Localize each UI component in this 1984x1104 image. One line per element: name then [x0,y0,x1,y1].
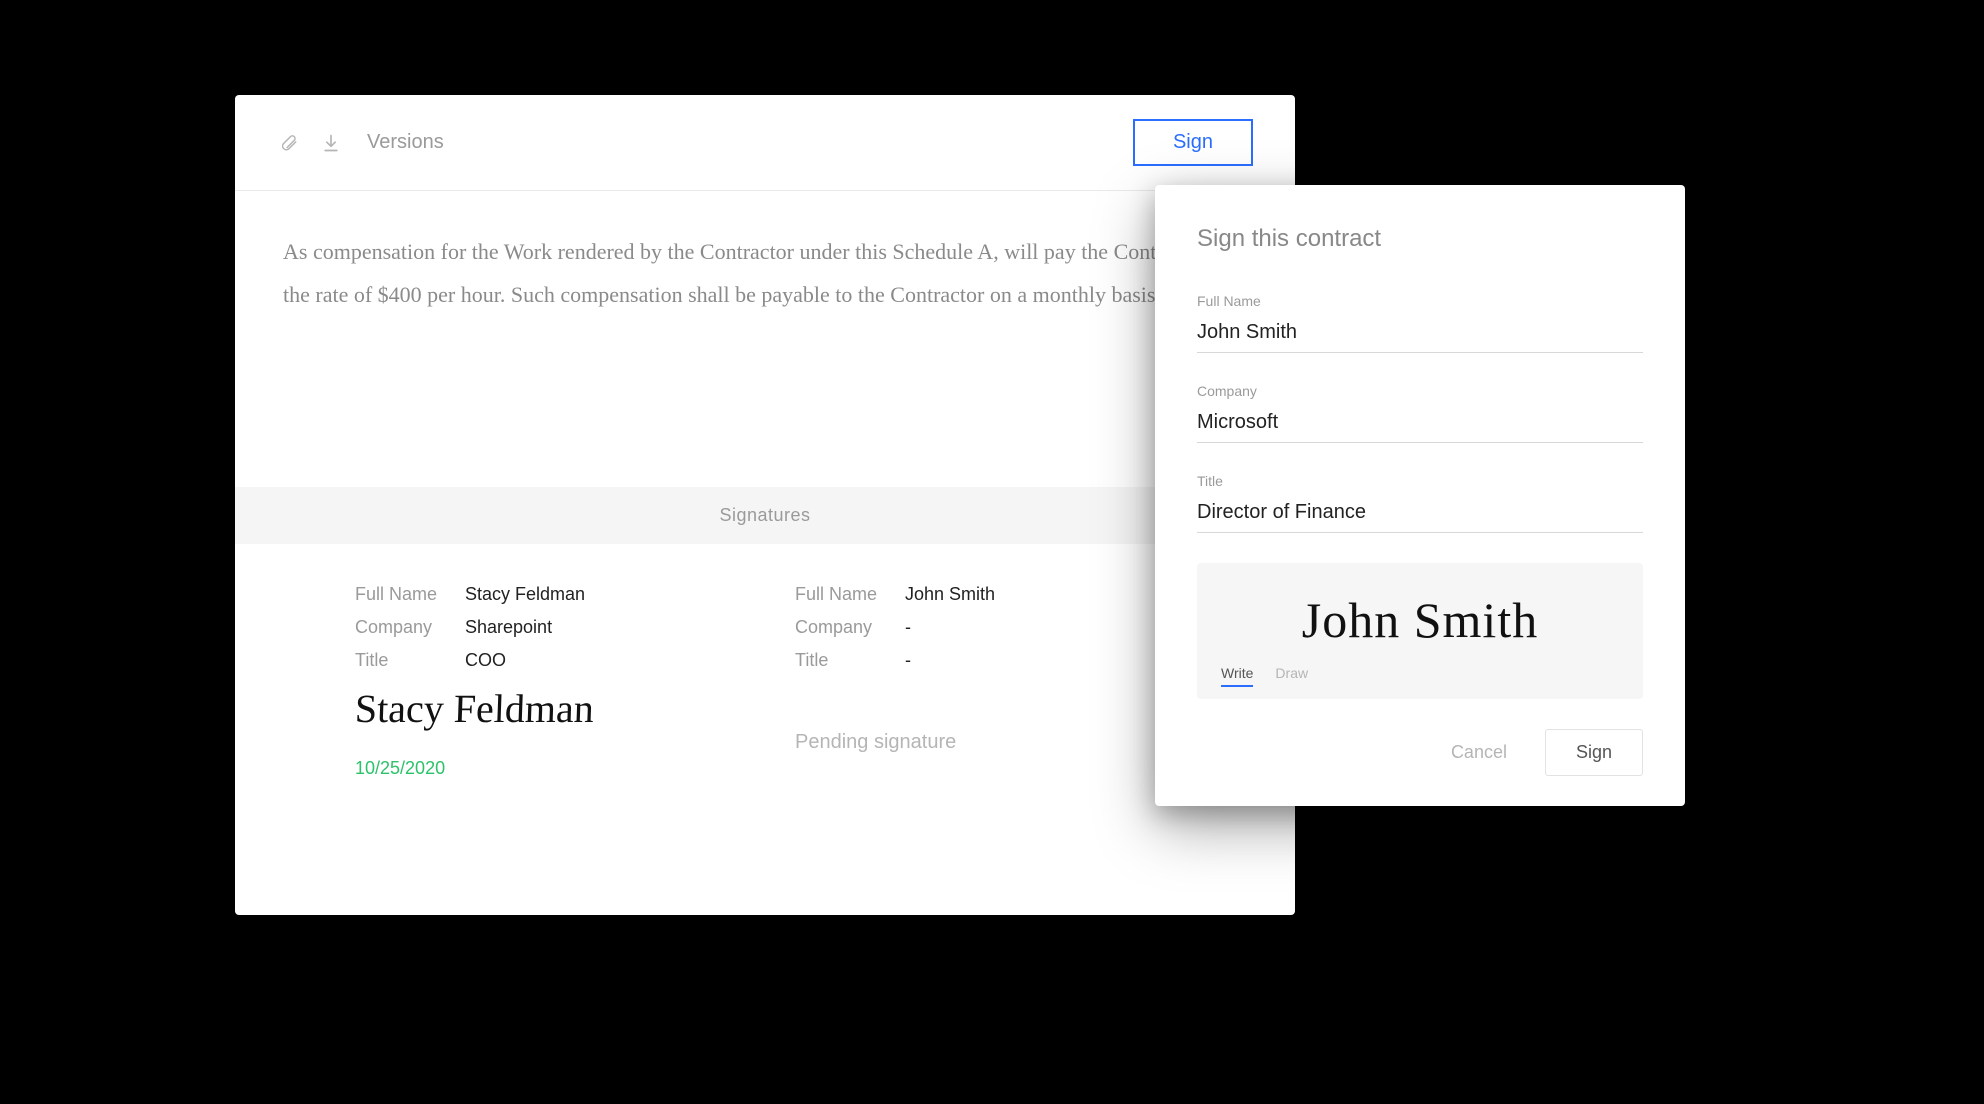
sign-button[interactable]: Sign [1133,119,1253,166]
signature-label-fullname: Full Name [795,584,905,605]
company-input[interactable] [1197,407,1643,443]
signature-label-company: Company [355,617,465,638]
cancel-button[interactable]: Cancel [1427,729,1531,776]
signature-preview: John Smith [1221,591,1619,649]
signature-value-company: Sharepoint [465,617,552,638]
signature-value-title: COO [465,650,506,671]
document-toolbar: Versions Sign [235,95,1295,191]
signatures-header: Signatures [235,487,1295,544]
signature-label-company: Company [795,617,905,638]
signature-value-fullname: John Smith [905,584,995,605]
signature-value-title: - [905,650,911,671]
tab-draw[interactable]: Draw [1275,665,1308,687]
paperclip-icon[interactable] [277,131,301,155]
tab-write[interactable]: Write [1221,665,1253,687]
signatures-row: Full Name Stacy Feldman Company Sharepoi… [235,544,1295,779]
download-icon[interactable] [319,131,343,155]
signature-block-left: Full Name Stacy Feldman Company Sharepoi… [355,584,735,779]
versions-link[interactable]: Versions [367,131,444,154]
signature-date: 10/25/2020 [355,758,735,779]
signature-label-fullname: Full Name [355,584,465,605]
signature-script-left: Stacy Feldman [354,685,736,732]
field-label-company: Company [1197,383,1643,399]
title-input[interactable] [1197,497,1643,533]
signature-label-title: Title [355,650,465,671]
sign-panel: Sign this contract Full Name Company Tit… [1155,185,1685,806]
signature-value-company: - [905,617,911,638]
signature-block-right: Full Name John Smith Company - Title - P… [795,584,1175,779]
signature-label-title: Title [795,650,905,671]
field-label-fullname: Full Name [1197,293,1643,309]
fullname-input[interactable] [1197,317,1643,353]
signature-value-fullname: Stacy Feldman [465,584,585,605]
document-body: As compensation for the Work rendered by… [235,191,1295,357]
confirm-sign-button[interactable]: Sign [1545,729,1643,776]
signature-pad[interactable]: John Smith Write Draw [1197,563,1643,699]
sign-panel-heading: Sign this contract [1197,225,1643,253]
document-panel: Versions Sign As compensation for the Wo… [235,95,1295,915]
field-label-title: Title [1197,473,1643,489]
pending-signature: Pending signature [795,731,1175,754]
